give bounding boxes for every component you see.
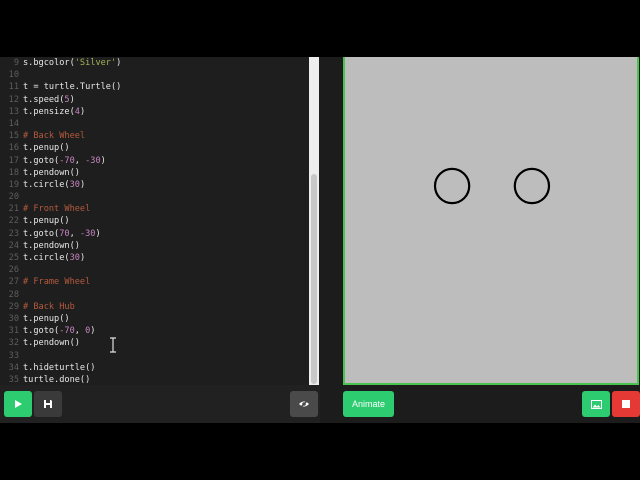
code-text: t.penup() <box>23 313 70 324</box>
code-line[interactable]: 32 t.pendown() <box>0 337 308 349</box>
line-number: 16 <box>8 143 19 154</box>
code-text: t = turtle.Turtle() <box>23 82 122 93</box>
code-line[interactable]: 25 t.circle(30) <box>0 252 308 264</box>
code-line[interactable]: 31 t.goto(-70, 0) <box>0 325 308 337</box>
line-number: 24 <box>8 240 19 251</box>
code-line[interactable]: 28 <box>0 289 308 301</box>
code-line[interactable]: 9 s.bgcolor('Silver') <box>0 57 308 69</box>
code-text: t.speed(5) <box>23 94 75 105</box>
code-line[interactable]: 12 t.speed(5) <box>0 94 308 106</box>
canvas-toolbar: Animate <box>320 385 640 423</box>
run-button[interactable] <box>4 391 32 417</box>
code-text: t.goto(70, -30) <box>23 228 101 239</box>
code-line[interactable]: 10 <box>0 69 308 81</box>
line-number: 29 <box>8 301 19 312</box>
code-text: t.hideturtle() <box>23 362 96 373</box>
line-number: 23 <box>8 228 19 239</box>
line-number: 32 <box>8 338 19 349</box>
code-line[interactable]: 26 <box>0 264 308 276</box>
line-number: 12 <box>8 94 19 105</box>
code-line[interactable]: 14 <box>0 118 308 130</box>
line-number: 18 <box>8 167 19 178</box>
code-line[interactable]: 20 <box>0 191 308 203</box>
code-text: # Back Wheel <box>23 131 86 142</box>
image-icon <box>590 399 602 409</box>
line-number: 11 <box>8 82 19 93</box>
line-number: 15 <box>8 131 19 142</box>
code-text: t.pendown() <box>23 167 80 178</box>
code-text: t.pendown() <box>23 240 80 251</box>
line-number: 34 <box>8 362 19 373</box>
code-text: # Front Wheel <box>23 204 91 215</box>
line-number: 30 <box>8 313 19 324</box>
code-line[interactable]: 21 # Front Wheel <box>0 203 308 215</box>
code-line[interactable]: 24 t.pendown() <box>0 240 308 252</box>
code-text: t.penup() <box>23 216 70 227</box>
code-line[interactable]: 16 t.penup() <box>0 142 308 154</box>
turtle-canvas <box>433 167 551 205</box>
code-text: t.circle(30) <box>23 179 86 190</box>
front-wheel <box>513 167 551 205</box>
eye-slash-icon <box>299 399 309 409</box>
code-line[interactable]: 22 t.penup() <box>0 215 308 227</box>
code-text: t.goto(-70, 0) <box>23 326 96 337</box>
save-icon <box>44 400 52 408</box>
code-line[interactable]: 27 # Frame Wheel <box>0 276 308 288</box>
screenshot-button[interactable] <box>582 391 610 417</box>
turtle-canvas-frame <box>343 57 639 385</box>
line-number: 19 <box>8 179 19 190</box>
code-text: t.penup() <box>23 143 70 154</box>
code-text: t.goto(-70, -30) <box>23 155 106 166</box>
toggle-visibility-button[interactable] <box>290 391 318 417</box>
code-text: t.pendown() <box>23 338 80 349</box>
line-number: 28 <box>8 289 19 300</box>
line-number: 35 <box>8 374 19 385</box>
line-number: 31 <box>8 326 19 337</box>
editor-scrollbar-thumb[interactable] <box>311 174 317 384</box>
line-number: 26 <box>8 265 19 276</box>
code-lines[interactable]: 9 s.bgcolor('Silver') 10 11 t = turtle.Turtl… <box>0 57 308 385</box>
line-number: 10 <box>8 70 19 81</box>
code-text: turtle.done() <box>23 374 91 385</box>
code-editor[interactable]: 9 s.bgcolor('Silver') 10 11 t = turtle.Turtl… <box>0 57 320 385</box>
code-line[interactable]: 15 # Back Wheel <box>0 130 308 142</box>
code-line[interactable]: 23 t.goto(70, -30) <box>0 228 308 240</box>
code-line[interactable]: 13 t.pensize(4) <box>0 106 308 118</box>
line-number: 21 <box>8 204 19 215</box>
line-number: 14 <box>8 118 19 129</box>
code-text: s.bgcolor('Silver') <box>23 58 122 68</box>
code-line[interactable]: 17 t.goto(-70, -30) <box>0 155 308 167</box>
line-number: 9 <box>13 58 19 68</box>
animate-button-label: Animate <box>351 399 386 409</box>
code-line[interactable]: 11 t = turtle.Turtle() <box>0 81 308 93</box>
stop-icon <box>622 400 630 408</box>
line-number: 25 <box>8 253 19 263</box>
code-line[interactable]: 29 # Back Hub <box>0 301 308 313</box>
back-wheel <box>433 167 471 205</box>
code-line[interactable]: 34 t.hideturtle() <box>0 362 308 374</box>
app-window: 9 s.bgcolor('Silver') 10 11 t = turtle.Turtl… <box>0 57 640 423</box>
code-text: t.circle(30) <box>23 253 86 263</box>
line-number: 13 <box>8 106 19 117</box>
code-text: # Frame Wheel <box>23 277 91 288</box>
line-number: 33 <box>8 350 19 361</box>
code-line[interactable]: 33 <box>0 350 308 362</box>
text-cursor-icon <box>110 337 116 353</box>
code-line[interactable]: 18 t.pendown() <box>0 167 308 179</box>
play-icon <box>15 400 22 408</box>
code-line[interactable]: 30 t.penup() <box>0 313 308 325</box>
code-text: # Back Hub <box>23 301 75 312</box>
line-number: 27 <box>8 277 19 288</box>
save-button[interactable] <box>34 391 62 417</box>
stop-button[interactable] <box>612 391 640 417</box>
code-text: t.pensize(4) <box>23 106 86 117</box>
code-line[interactable]: 19 t.circle(30) <box>0 179 308 191</box>
line-number: 22 <box>8 216 19 227</box>
editor-toolbar <box>0 385 320 423</box>
code-line[interactable]: 35 turtle.done() <box>0 374 308 385</box>
line-number: 20 <box>8 192 19 203</box>
line-number: 17 <box>8 155 19 166</box>
animate-button[interactable]: Animate <box>343 391 394 417</box>
